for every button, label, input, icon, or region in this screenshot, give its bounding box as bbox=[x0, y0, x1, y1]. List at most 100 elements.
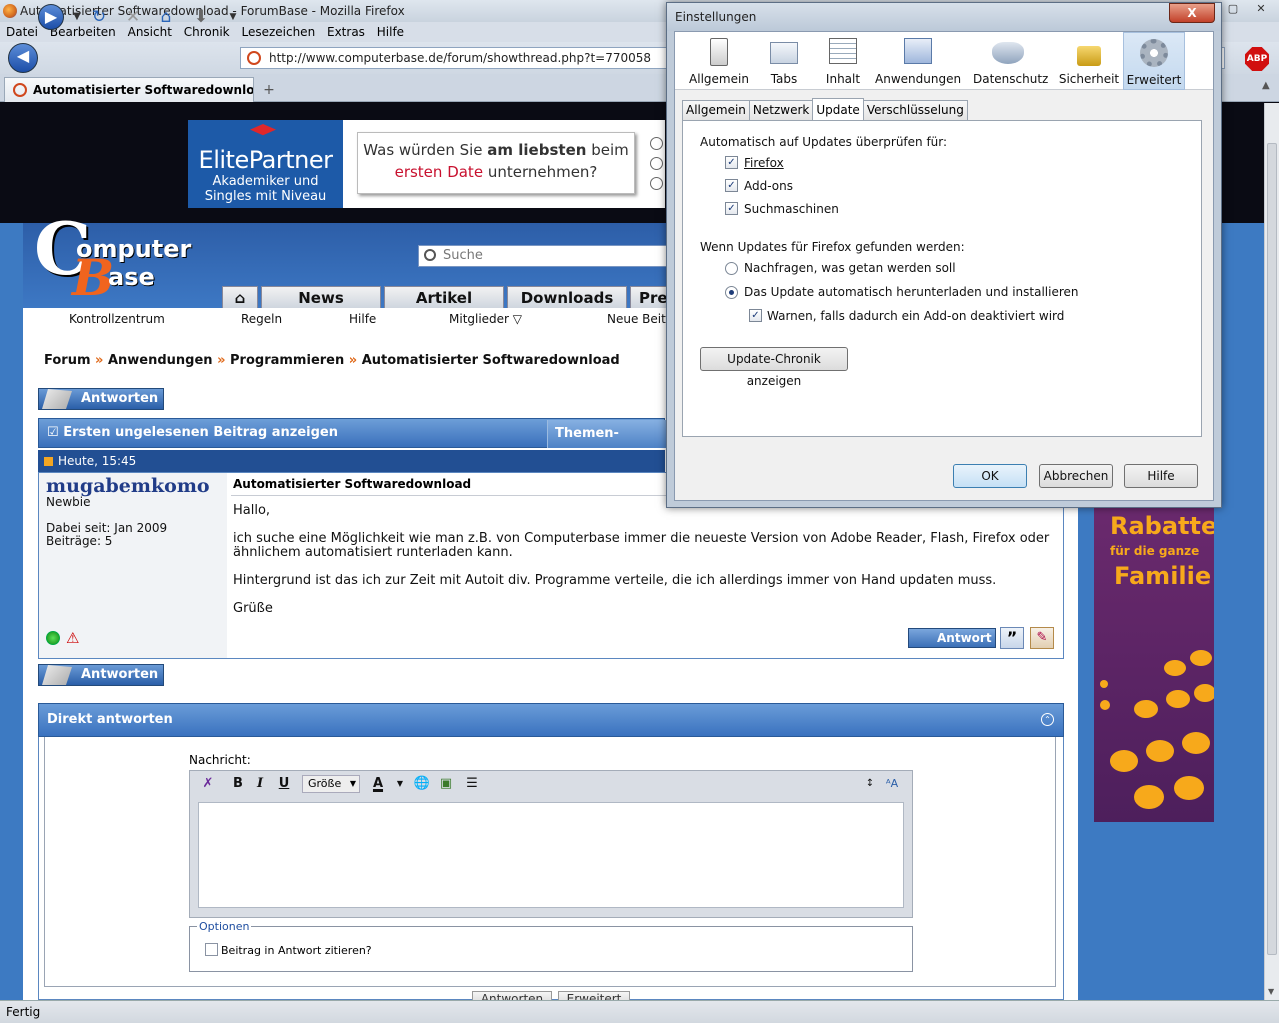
home-icon[interactable]: ⌂ bbox=[155, 7, 177, 27]
link-icon[interactable]: 🌐 bbox=[410, 773, 434, 795]
menu-lesezeichen[interactable]: Lesezeichen bbox=[241, 25, 315, 39]
check-firefox[interactable]: ✓ bbox=[725, 156, 738, 169]
tab-list-icon[interactable]: ▲ bbox=[1262, 80, 1270, 91]
menu-extras[interactable]: Extras bbox=[327, 25, 365, 39]
subtab-allgemein[interactable]: Allgemein bbox=[682, 100, 750, 120]
update-history-button[interactable]: Update-Chronik anzeigen bbox=[700, 347, 848, 388]
subnav-kontrollzentrum[interactable]: Kontrollzentrum bbox=[69, 308, 165, 330]
quote-icon[interactable]: ” bbox=[1000, 627, 1024, 649]
edit-icon[interactable]: ✎ bbox=[1030, 627, 1054, 649]
post-para1a: ich suche eine Möglichkeit wie man z.B. … bbox=[233, 531, 1050, 546]
pane-erweitert[interactable]: Erweitert bbox=[1123, 32, 1185, 90]
breadcrumb-anwendungen[interactable]: Anwendungen bbox=[108, 353, 213, 368]
bold-icon[interactable]: B bbox=[226, 773, 250, 795]
underline-icon[interactable]: U bbox=[272, 773, 296, 795]
menu-datei[interactable]: Datei bbox=[6, 25, 38, 39]
dialog-close-button[interactable]: X bbox=[1169, 3, 1215, 23]
reload-icon[interactable]: ↻ bbox=[88, 7, 110, 27]
pane-datenschutz[interactable]: Datenschutz bbox=[973, 32, 1048, 90]
check-suchmaschinen[interactable]: ✓ bbox=[725, 202, 738, 215]
forward-button[interactable]: ▶ bbox=[38, 4, 64, 30]
maximize-icon[interactable]: ▢ bbox=[1219, 0, 1247, 18]
pane-tabs[interactable]: Tabs bbox=[757, 32, 811, 90]
message-textarea[interactable] bbox=[198, 802, 904, 908]
ad-radio-options[interactable] bbox=[650, 137, 664, 197]
subnav-hilfe[interactable]: Hilfe bbox=[349, 308, 376, 330]
resize-icon[interactable]: ↕ bbox=[858, 773, 882, 795]
nav-tab-artikel[interactable]: Artikel bbox=[384, 286, 504, 308]
reply-button-top[interactable]: Antworten bbox=[38, 388, 164, 410]
subnav-regeln[interactable]: Regeln bbox=[241, 308, 282, 330]
menu-bearbeiten[interactable]: Bearbeiten bbox=[50, 25, 116, 39]
first-unread-link[interactable]: ☑ Ersten ungelesenen Beitrag anzeigen bbox=[39, 425, 338, 440]
thread-options-menu[interactable]: Themen-Optionen bbox=[547, 420, 667, 469]
post-answer-button[interactable]: Antwort bbox=[908, 628, 996, 648]
subtab-netzwerk[interactable]: Netzwerk bbox=[748, 100, 814, 120]
history-dropdown-icon[interactable]: ▼ bbox=[66, 7, 88, 27]
submit-reply-button[interactable]: Antworten bbox=[472, 991, 552, 1000]
color-dropdown-icon[interactable]: ▼ bbox=[388, 773, 412, 795]
ad-question[interactable]: Was würden Sie am liebsten beim ersten D… bbox=[343, 120, 665, 208]
menu-chronik[interactable]: Chronik bbox=[184, 25, 230, 39]
help-button[interactable]: Hilfe bbox=[1124, 464, 1198, 488]
pane-allgemein[interactable]: Allgemein bbox=[687, 32, 751, 90]
ok-button[interactable]: OK bbox=[953, 464, 1027, 488]
scroll-down-icon[interactable]: ▼ bbox=[1268, 987, 1274, 996]
radio-auto-install[interactable] bbox=[725, 286, 738, 299]
font-size-select[interactable]: Größe ▼ bbox=[302, 775, 360, 793]
quote-checkbox[interactable] bbox=[205, 943, 218, 956]
pane-inhalt[interactable]: Inhalt bbox=[817, 32, 869, 90]
subtab-update[interactable]: Update bbox=[812, 98, 864, 120]
download-icon[interactable]: ⬇ bbox=[190, 7, 212, 27]
breadcrumb-thread[interactable]: Automatisierter Softwaredownload bbox=[362, 353, 620, 368]
back-button[interactable]: ◀ bbox=[8, 43, 38, 73]
post-username[interactable]: mugabemkomo bbox=[46, 475, 210, 497]
pencil-icon bbox=[42, 389, 72, 409]
new-tab-button[interactable]: + bbox=[258, 80, 280, 100]
site-search-input[interactable]: Suche bbox=[418, 245, 668, 267]
image-icon[interactable]: ▣ bbox=[434, 773, 458, 795]
stop-icon[interactable]: ✕ bbox=[122, 7, 144, 27]
nav-tab-pre[interactable]: Pre bbox=[630, 286, 670, 308]
subnav-neue-beitraege[interactable]: Neue Beit bbox=[607, 308, 666, 330]
status-bar: Fertig bbox=[0, 1000, 1279, 1023]
computerbase-logo[interactable]: C omputer B ase bbox=[34, 213, 191, 303]
subnav-mitglieder[interactable]: Mitglieder ▽ bbox=[449, 308, 522, 330]
scrollbar-thumb[interactable] bbox=[1267, 143, 1277, 955]
graduation-cap-icon bbox=[250, 124, 276, 136]
post-para1b: ähnlichem automatisiert runterladen kann… bbox=[233, 545, 513, 560]
browser-tab[interactable]: Automatisierter Softwaredownload -... bbox=[4, 77, 254, 102]
reply-button-bottom[interactable]: Antworten bbox=[38, 664, 164, 686]
menu-hilfe[interactable]: Hilfe bbox=[377, 25, 404, 39]
post-icon bbox=[44, 457, 53, 466]
report-icon[interactable]: ⚠ bbox=[66, 629, 79, 647]
quote-insert-icon[interactable]: ☰ bbox=[460, 773, 484, 795]
pane-sicherheit[interactable]: Sicherheit bbox=[1055, 32, 1123, 90]
text-color-icon[interactable]: A bbox=[366, 773, 390, 795]
switch-editor-icon[interactable]: ᴬA bbox=[880, 773, 904, 795]
preference-panes: Allgemein Tabs Inhalt Anwendungen Datens… bbox=[675, 32, 1213, 90]
check-addons[interactable]: ✓ bbox=[725, 179, 738, 192]
user-posts: Beiträge: 5 bbox=[46, 534, 113, 548]
italic-icon[interactable]: I bbox=[248, 773, 272, 795]
download-dropdown-icon[interactable]: ▼ bbox=[222, 7, 244, 27]
nav-tab-news[interactable]: News bbox=[261, 286, 381, 308]
menu-ansicht[interactable]: Ansicht bbox=[128, 25, 172, 39]
check-warn-addon[interactable]: ✓ bbox=[749, 309, 762, 322]
ad-rabatte[interactable]: Rabatte für die ganze Familie bbox=[1094, 500, 1214, 822]
breadcrumb-programmieren[interactable]: Programmieren bbox=[230, 353, 344, 368]
ad-elitepartner[interactable]: ElitePartner Akademiker und Singles mit … bbox=[188, 120, 343, 208]
remove-format-icon[interactable]: ✗ bbox=[196, 773, 220, 795]
nav-tab-downloads[interactable]: Downloads bbox=[507, 286, 627, 308]
radio-ask[interactable] bbox=[725, 262, 738, 275]
ad-line1: Akademiker und bbox=[212, 174, 319, 189]
close-window-icon[interactable]: ✕ bbox=[1247, 0, 1275, 18]
page-scrollbar[interactable]: ▼ bbox=[1264, 103, 1279, 1000]
pane-anwendungen[interactable]: Anwendungen bbox=[875, 32, 961, 90]
advanced-reply-button[interactable]: Erweitert bbox=[558, 991, 630, 1000]
collapse-icon[interactable]: ⌃ bbox=[1041, 713, 1054, 726]
nav-home-icon[interactable]: ⌂ bbox=[222, 286, 258, 308]
subtab-verschluesselung[interactable]: Verschlüsselung bbox=[862, 100, 968, 120]
breadcrumb-forum[interactable]: Forum bbox=[44, 353, 91, 368]
cancel-button[interactable]: Abbrechen bbox=[1039, 464, 1113, 488]
